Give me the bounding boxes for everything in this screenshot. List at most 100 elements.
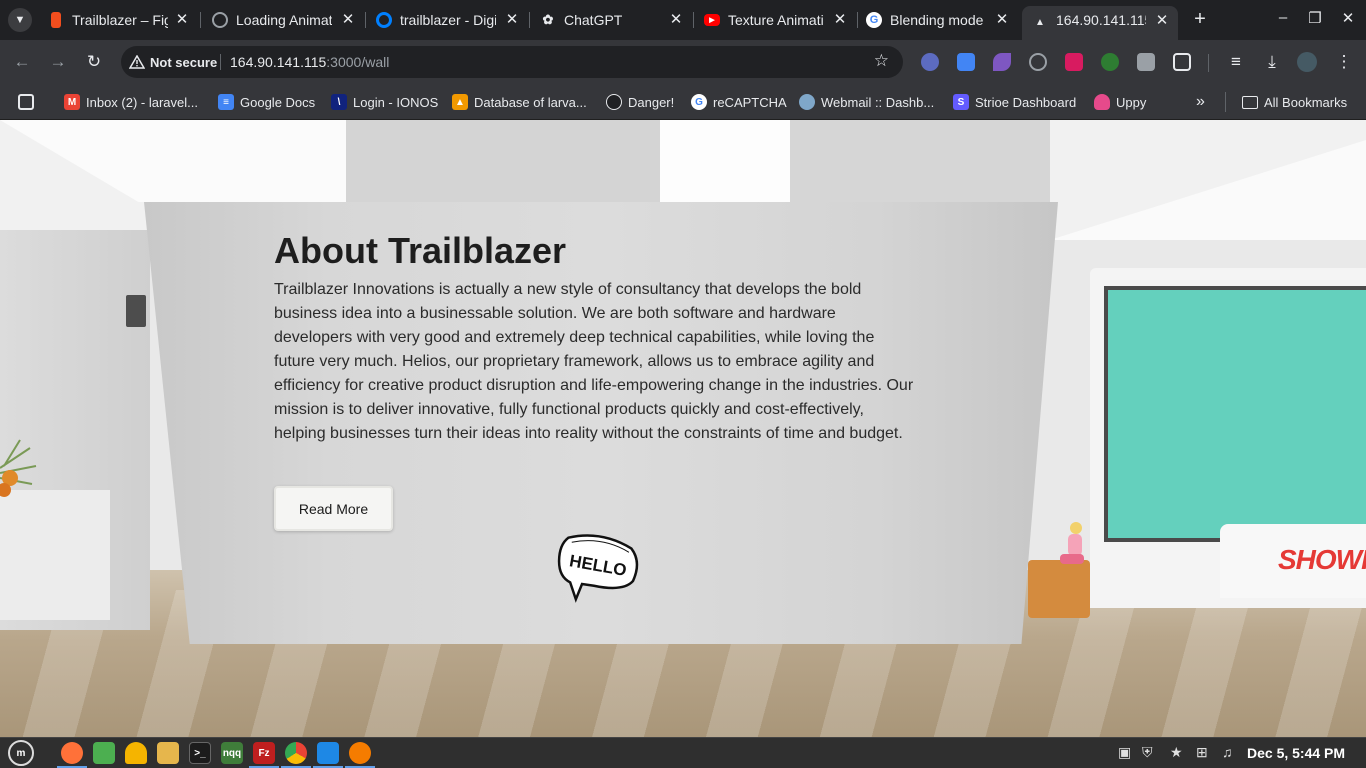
calc-icon[interactable] — [93, 742, 115, 764]
bookmark-inbox[interactable]: M Inbox (2) - laravel... — [64, 92, 198, 112]
digitalocean-icon — [376, 12, 392, 28]
avatar[interactable] — [1297, 52, 1317, 72]
all-bookmarks-button[interactable]: All Bookmarks — [1242, 92, 1347, 112]
stripe-icon: S — [953, 94, 969, 110]
tab-divider — [200, 12, 201, 28]
bookmark-recaptcha[interactable]: G reCAPTCHA — [691, 92, 787, 112]
camera-icon[interactable] — [1137, 53, 1155, 71]
tab-search-button[interactable]: ▼ — [8, 8, 32, 32]
speaker — [126, 295, 146, 327]
extension-gear-icon[interactable] — [921, 53, 939, 71]
hello-speech-bubble-icon[interactable]: HELLO — [554, 534, 640, 608]
close-icon[interactable]: ✕ — [830, 10, 850, 30]
url-text[interactable]: 164.90.141.115:3000/wall — [230, 54, 389, 70]
video-extension-icon[interactable] — [1065, 53, 1083, 71]
chrome-icon[interactable] — [281, 742, 311, 768]
close-icon[interactable]: ✕ — [502, 10, 522, 30]
bookmark-uppy[interactable]: Uppy — [1094, 92, 1146, 112]
bookmark-danger[interactable]: Danger! — [606, 92, 674, 112]
tab-blending-mode[interactable]: G Blending mode ✕ — [866, 6, 1018, 34]
bookmark-ionos[interactable]: \ Login - IONOS — [331, 92, 438, 112]
new-tab-button[interactable]: + — [1188, 8, 1212, 32]
about-description: Trailblazer Innovations is actually a ne… — [274, 281, 914, 442]
bookmark-google-docs[interactable]: ≡ Google Docs — [218, 92, 315, 112]
shield-tray-icon[interactable]: ⛨ — [1142, 744, 1153, 761]
forward-button[interactable]: → — [46, 50, 70, 74]
chevron-down-icon: ▼ — [14, 14, 26, 26]
download-icon[interactable]: ⤓ — [1260, 50, 1284, 74]
os-taskbar: m >_ nqq Fz ▣ ⛨ ★ ⊞ ♫ Dec 5, 5:44 PM — [0, 737, 1366, 768]
read-more-button[interactable]: Read More — [274, 486, 393, 531]
tab-chatgpt[interactable]: ✿ ChatGPT ✕ — [540, 6, 692, 34]
media-controls-icon[interactable]: ≡ — [1224, 50, 1248, 74]
folder-icon — [1242, 95, 1258, 109]
google-icon: G — [866, 12, 882, 28]
maximize-button[interactable]: ❐ — [1303, 9, 1327, 27]
page-viewport[interactable]: SHOWREI About Trailblazer Trailblazer In… — [0, 120, 1366, 737]
terminal-icon[interactable]: >_ — [189, 742, 211, 764]
feather-icon[interactable] — [993, 53, 1011, 71]
network-tray-icon[interactable]: ⊞ — [1196, 744, 1208, 761]
bookmark-database-larva[interactable]: ▲ Database of larva... — [452, 92, 587, 112]
minimize-button[interactable]: – — [1271, 9, 1295, 26]
apps-grid-icon[interactable] — [18, 92, 40, 112]
cloud-extension-icon[interactable] — [1029, 53, 1047, 71]
showreel-sign[interactable]: SHOWREI — [1278, 544, 1366, 576]
notify-icon[interactable] — [125, 742, 147, 764]
bookmark-webmail[interactable]: Webmail :: Dashb... — [799, 92, 934, 112]
close-icon[interactable]: ✕ — [172, 10, 192, 30]
tab-active-wall[interactable]: ▲ 164.90.141.115 ✕ — [1022, 6, 1178, 40]
sound-tray-icon[interactable]: ♫ — [1222, 744, 1233, 760]
page-title: About Trailblazer — [274, 230, 567, 271]
mint-menu-icon[interactable]: m — [8, 740, 34, 766]
star-tray-icon[interactable]: ★ — [1170, 744, 1183, 761]
warning-icon — [129, 55, 145, 69]
left-pedestal — [0, 490, 110, 620]
firefox-icon[interactable] — [57, 742, 87, 768]
close-icon[interactable]: ✕ — [1152, 11, 1172, 31]
site-security-chip[interactable]: Not secure — [129, 52, 217, 72]
figma-icon — [51, 12, 61, 28]
reload-icon: ↻ — [86, 52, 102, 71]
files-icon[interactable] — [157, 742, 179, 764]
bookmarks-divider — [1225, 92, 1226, 112]
blender-icon[interactable] — [345, 742, 375, 768]
address-bar[interactable]: Not secure 164.90.141.115:3000/wall ☆ — [121, 46, 903, 78]
close-icon[interactable]: ✕ — [666, 10, 686, 30]
youtube-icon: ▶ — [704, 14, 720, 26]
clipboard-tray-icon[interactable]: ▣ — [1118, 744, 1131, 761]
close-icon[interactable]: ✕ — [992, 10, 1012, 30]
more-bookmarks-button[interactable]: » — [1196, 92, 1205, 112]
webmail-icon — [799, 94, 815, 110]
nqq-icon[interactable]: nqq — [221, 742, 243, 764]
bookmark-strioe-dashboard[interactable]: S Strioe Dashboard — [953, 92, 1076, 112]
uppy-icon — [1094, 94, 1110, 110]
browser-toolbar: ← → ↻ Not secure 164.90.141.115:3000/wal… — [0, 40, 1366, 84]
ionos-icon: \ — [331, 94, 347, 110]
toolbar-divider — [1208, 54, 1209, 72]
window-close-button[interactable]: ✕ — [1336, 9, 1360, 27]
tab-loading-animations[interactable]: Loading Animations ✕ — [212, 6, 364, 34]
back-button[interactable]: ← — [10, 50, 34, 74]
character-figure — [1060, 522, 1084, 564]
bookmark-star-icon[interactable]: ☆ — [874, 51, 889, 71]
filezilla-icon[interactable]: Fz — [249, 742, 279, 768]
tab-digitalocean[interactable]: trailblazer - DigitalOcean ✕ — [376, 6, 528, 34]
puzzle-icon[interactable] — [1173, 53, 1191, 71]
tab-figma[interactable]: Trailblazer – Figma ✕ — [48, 6, 198, 34]
ceiling-beam — [790, 120, 1050, 202]
showreel-screen[interactable] — [1104, 286, 1366, 542]
reload-button[interactable]: ↻ — [82, 50, 106, 74]
tab-strip: ▼ Trailblazer – Figma ✕ Loading Animatio… — [0, 0, 1366, 40]
globe-icon — [212, 12, 228, 28]
tab-texture-animation[interactable]: ▶ Texture Animation ✕ — [704, 6, 856, 34]
robot-extension-icon[interactable] — [1101, 53, 1119, 71]
tab-divider — [529, 12, 530, 28]
close-icon[interactable]: ✕ — [338, 10, 358, 30]
vscode-icon[interactable] — [313, 742, 343, 768]
bookmarks-bar: M Inbox (2) - laravel... ≡ Google Docs \… — [0, 84, 1366, 120]
menu-kebab-icon[interactable]: ⋮ — [1332, 50, 1356, 74]
google-translate-icon[interactable] — [957, 53, 975, 71]
clock[interactable]: Dec 5, 5:44 PM — [1247, 745, 1345, 761]
triangle-icon: ▲ — [1035, 16, 1045, 28]
